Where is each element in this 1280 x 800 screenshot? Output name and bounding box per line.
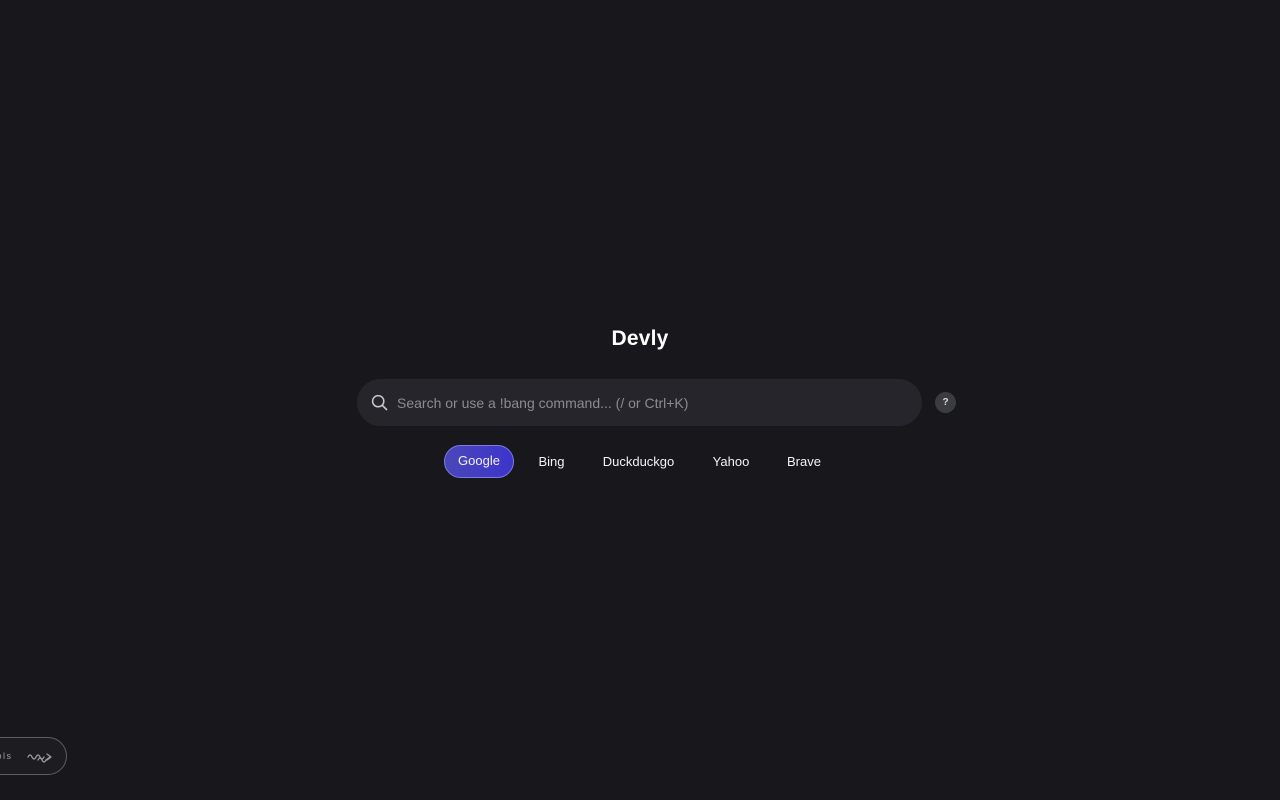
tools-label: ools xyxy=(0,751,13,761)
engine-yahoo[interactable]: Yahoo xyxy=(704,445,758,478)
search-input[interactable] xyxy=(397,379,902,426)
page: Devly ? Google Bing Duckduckgo Yahoo Bra… xyxy=(0,0,1280,800)
engine-duckduckgo[interactable]: Duckduckgo xyxy=(594,445,683,478)
search-box[interactable] xyxy=(357,379,922,426)
engine-brave[interactable]: Brave xyxy=(778,445,830,478)
page-title: Devly xyxy=(611,327,669,350)
squiggle-arrow-icon xyxy=(27,753,52,763)
search-icon xyxy=(371,394,388,411)
engine-google[interactable]: Google xyxy=(444,445,514,478)
engine-bing[interactable]: Bing xyxy=(529,445,574,478)
help-button[interactable]: ? xyxy=(935,392,956,413)
tools-button[interactable]: ools xyxy=(0,737,67,775)
